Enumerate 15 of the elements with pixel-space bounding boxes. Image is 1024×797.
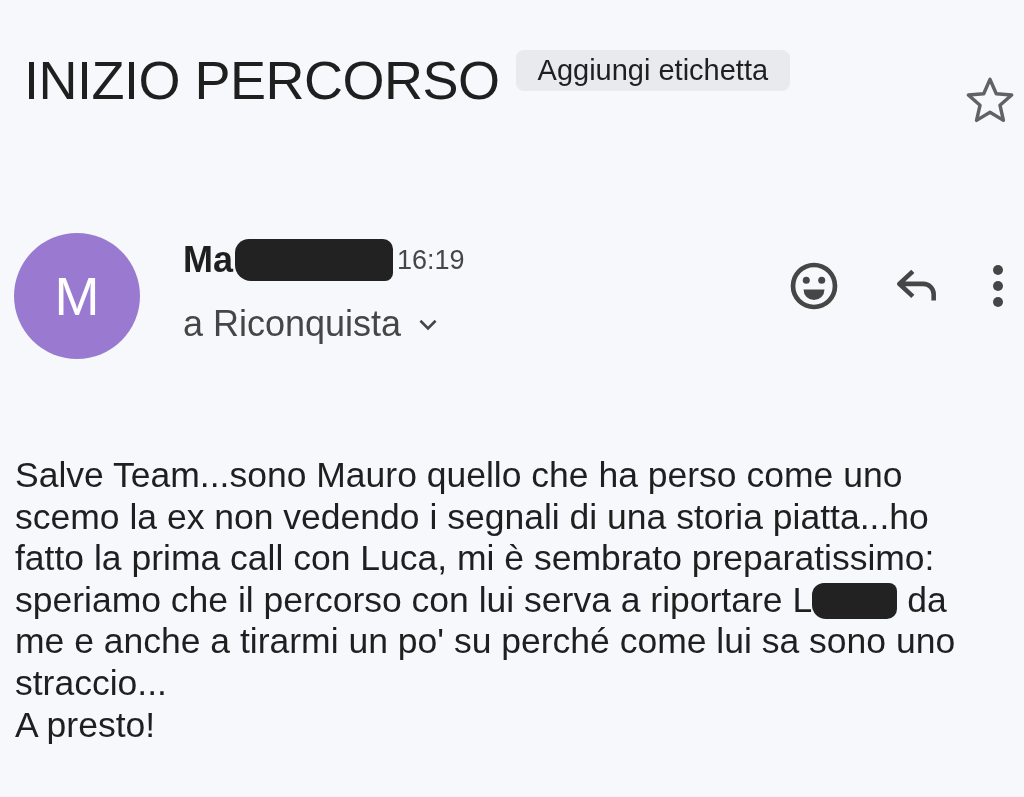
more-options-icon[interactable] xyxy=(992,264,1004,308)
body-text-line: speriamo che il percorso con lui serva a riportare L xyxy=(15,579,813,622)
sender-avatar: M xyxy=(14,233,140,359)
body-text-line: A presto! xyxy=(15,704,156,747)
body-text-line: Salve Team...sono Mauro quello che ha perso come uno xyxy=(15,455,903,497)
body-text-line: fatto la prima call con Luca, mi è sembrato preparatissimo: xyxy=(15,538,935,580)
recipient-text: a Riconquista xyxy=(183,303,402,345)
sender-name: Ma xyxy=(183,239,233,281)
add-label-chip[interactable]: Aggiungi etichetta xyxy=(515,50,791,91)
body-text-line: da xyxy=(907,579,947,622)
body-text-line: me e anche a tirarmi un po' su perché come lui sa sono uno xyxy=(15,621,956,663)
email-subject: INIZIO PERCORSO xyxy=(24,49,500,111)
body-text-line: straccio... xyxy=(15,662,167,705)
email-time: 16:19 xyxy=(397,244,465,276)
body-text-line: scemo la ex non vedendo i segnali di una storia piatta...ho xyxy=(15,496,929,539)
